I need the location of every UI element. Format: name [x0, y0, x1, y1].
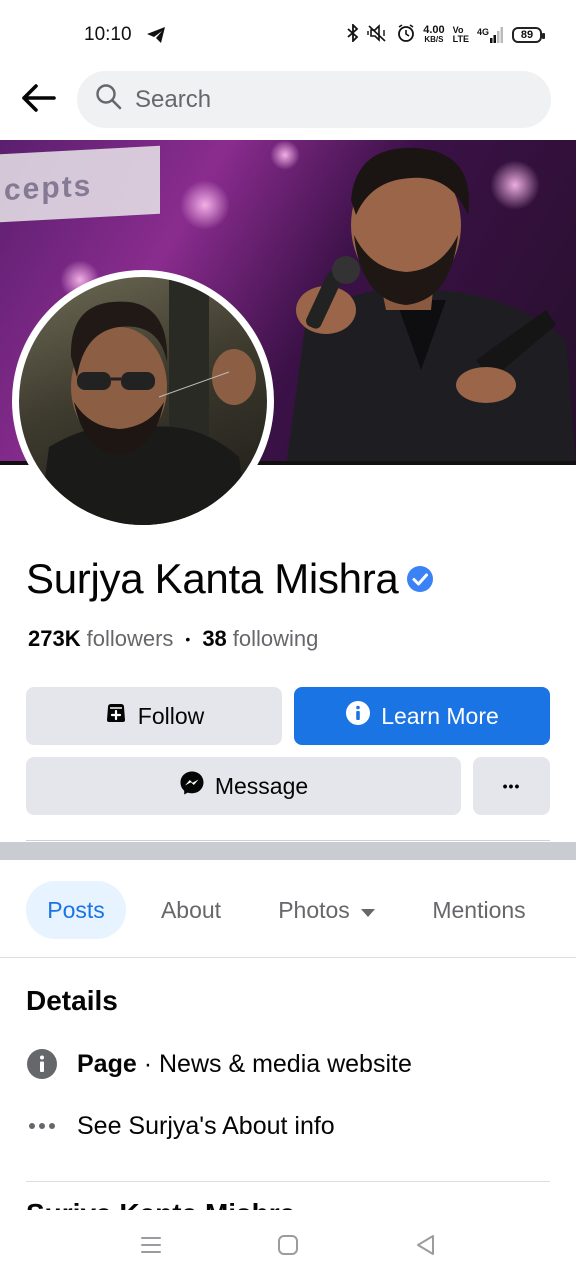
info-circle-icon [26, 1048, 58, 1080]
cover-sign-text: cepts [4, 169, 93, 207]
see-about-info-label: See Surjya's About info [77, 1111, 335, 1140]
back-arrow-icon [20, 83, 56, 118]
message-button[interactable]: Message [26, 757, 461, 815]
volte-indicator: Vo LTE [452, 25, 469, 44]
battery-indicator: 89 [512, 26, 545, 43]
cover-person-illustration [286, 147, 576, 465]
tab-mentions[interactable]: Mentions [414, 881, 544, 939]
home-square-icon [277, 1234, 299, 1261]
network-speed: 4.00 KB/S [423, 23, 445, 45]
status-icons: 4.00 KB/S Vo LTE 4G 89 [347, 22, 545, 45]
search-bar[interactable] [77, 71, 551, 128]
tab-photos-label: Photos [278, 896, 350, 923]
profile-name-text: Surjya Kanta Mishra [26, 555, 399, 602]
profile-name: Surjya Kanta Mishra [26, 555, 434, 603]
more-dots-icon: ••• [502, 778, 521, 794]
verified-badge-icon [406, 565, 434, 593]
following-label: following [232, 626, 319, 651]
top-header [0, 70, 576, 138]
followers-label: followers [86, 626, 174, 651]
tab-mentions-label: Mentions [432, 896, 526, 923]
profile-tabs: Posts About Photos Mentions [0, 860, 576, 958]
learn-more-button[interactable]: Learn More [294, 687, 550, 745]
follow-icon [104, 701, 128, 731]
profile-stats: 273K followers • 38 following [28, 626, 318, 652]
followers-count: 273K [28, 626, 81, 651]
telegram-icon [146, 26, 166, 49]
volte-bottom: LTE [452, 33, 469, 44]
details-divider [26, 1181, 550, 1182]
tab-photos[interactable]: Photos [262, 881, 392, 939]
page-separator: · [136, 1049, 159, 1078]
avatar-image [19, 277, 267, 525]
learn-more-button-label: Learn More [381, 702, 499, 729]
back-button[interactable] [16, 80, 60, 120]
search-icon [95, 83, 123, 116]
stage-light [180, 180, 230, 230]
alarm-icon [397, 24, 415, 45]
stats-separator: • [185, 631, 191, 647]
tab-about[interactable]: About [142, 881, 240, 939]
status-bar: 10:10 4.00 KB/S Vo LTE 4G 89 [0, 0, 576, 70]
detail-page-category: Page · News & media website [26, 1048, 412, 1080]
messenger-icon [179, 770, 205, 802]
menu-nav-button[interactable] [136, 1232, 166, 1262]
see-about-info-link[interactable]: See Surjya's About info [26, 1110, 335, 1142]
following-count: 38 [202, 626, 227, 651]
details-heading: Details [26, 985, 118, 1016]
signal-icon: 4G [476, 26, 504, 43]
tab-about-label: About [160, 896, 222, 923]
search-input[interactable] [135, 85, 515, 114]
section-separator [0, 842, 576, 860]
follow-button[interactable]: Follow [26, 687, 282, 745]
page-category: News & media website [158, 1049, 412, 1078]
profile-avatar[interactable] [12, 270, 274, 532]
back-triangle-icon [414, 1233, 436, 1262]
mute-vibrate-icon [367, 24, 389, 45]
android-nav-bar [0, 1210, 576, 1280]
tab-posts[interactable]: Posts [26, 881, 126, 939]
back-nav-button[interactable] [410, 1232, 440, 1262]
page-label: Page [77, 1049, 137, 1078]
network-type: 4G [476, 26, 489, 37]
more-options-button[interactable]: ••• [473, 757, 550, 815]
info-icon [345, 700, 371, 732]
network-speed-value: 4.00 [423, 23, 445, 36]
home-nav-button[interactable] [273, 1232, 303, 1262]
follow-button-label: Follow [137, 702, 205, 729]
avatar-person-illustration [39, 277, 256, 525]
menu-icon [140, 1235, 162, 1260]
network-speed-unit: KB/S [424, 34, 444, 44]
message-button-label: Message [214, 772, 309, 799]
cover-background-sign: cepts [0, 145, 160, 223]
ellipsis-icon [26, 1110, 58, 1142]
bluetooth-icon [347, 22, 359, 45]
status-time: 10:10 [84, 24, 132, 45]
tab-posts-label: Posts [47, 896, 105, 923]
caret-down-icon [360, 897, 376, 924]
section-divider [26, 840, 550, 841]
